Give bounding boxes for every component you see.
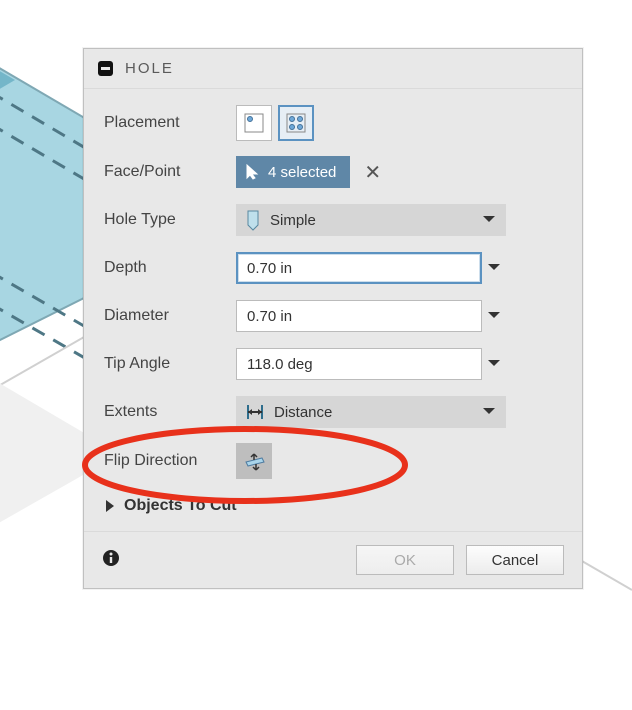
depth-input[interactable]: [236, 252, 482, 284]
distance-icon: [246, 403, 264, 421]
extents-dropdown[interactable]: Distance: [236, 396, 506, 428]
placement-pattern-button[interactable]: [278, 105, 314, 141]
label-diameter: Diameter: [104, 307, 236, 325]
info-icon: [102, 549, 120, 567]
chevron-down-icon: [482, 407, 496, 417]
label-extents: Extents: [104, 403, 236, 421]
hole-simple-icon: [246, 209, 260, 231]
flip-direction-button[interactable]: [236, 443, 272, 479]
chevron-right-icon: [104, 499, 116, 513]
label-facepoint: Face/Point: [104, 163, 236, 181]
holetype-dropdown[interactable]: Simple: [236, 204, 506, 236]
cursor-icon: [246, 164, 260, 180]
row-diameter: Diameter: [104, 299, 562, 333]
chevron-down-icon: [487, 263, 501, 273]
row-depth: Depth: [104, 251, 562, 285]
ok-button-label: OK: [394, 552, 416, 569]
tipangle-input[interactable]: [236, 348, 482, 380]
facepoint-selection-chip[interactable]: 4 selected: [236, 156, 350, 188]
clear-selection-button[interactable]: ✕: [364, 160, 381, 185]
dialog-header: HOLE: [84, 49, 582, 89]
placement-pattern-icon: [286, 113, 306, 133]
facepoint-selection-text: 4 selected: [268, 164, 336, 181]
cancel-button-label: Cancel: [492, 552, 539, 569]
chevron-down-icon: [487, 311, 501, 321]
row-flipdirection: Flip Direction: [104, 443, 562, 479]
objects-to-cut-expander[interactable]: Objects To Cut: [104, 493, 562, 523]
diameter-input[interactable]: [236, 300, 482, 332]
info-button[interactable]: [102, 549, 122, 571]
row-extents: Extents Distance: [104, 395, 562, 429]
row-tipangle: Tip Angle: [104, 347, 562, 381]
dialog-title: HOLE: [125, 60, 174, 77]
row-placement: Placement: [104, 105, 562, 141]
tipangle-dropdown-button[interactable]: [482, 348, 506, 380]
flip-direction-icon: [242, 450, 266, 472]
cancel-button[interactable]: Cancel: [466, 545, 564, 575]
row-holetype: Hole Type Simple: [104, 203, 562, 237]
placement-single-icon: [244, 113, 264, 133]
objects-to-cut-label: Objects To Cut: [124, 497, 237, 515]
label-flipdirection: Flip Direction: [104, 452, 236, 470]
chevron-down-icon: [487, 359, 501, 369]
label-tipangle: Tip Angle: [104, 355, 236, 373]
label-depth: Depth: [104, 259, 236, 277]
row-facepoint: Face/Point 4 selected ✕: [104, 155, 562, 189]
collapse-icon[interactable]: [98, 61, 113, 76]
depth-dropdown-button[interactable]: [482, 252, 506, 284]
diameter-dropdown-button[interactable]: [482, 300, 506, 332]
holetype-value: Simple: [270, 212, 316, 229]
ok-button[interactable]: OK: [356, 545, 454, 575]
hole-dialog: HOLE Placement: [83, 48, 583, 589]
label-placement: Placement: [104, 114, 236, 132]
extents-value: Distance: [274, 404, 332, 421]
label-holetype: Hole Type: [104, 211, 236, 229]
placement-single-button[interactable]: [236, 105, 272, 141]
chevron-down-icon: [482, 215, 496, 225]
dialog-footer: OK Cancel: [84, 532, 582, 588]
